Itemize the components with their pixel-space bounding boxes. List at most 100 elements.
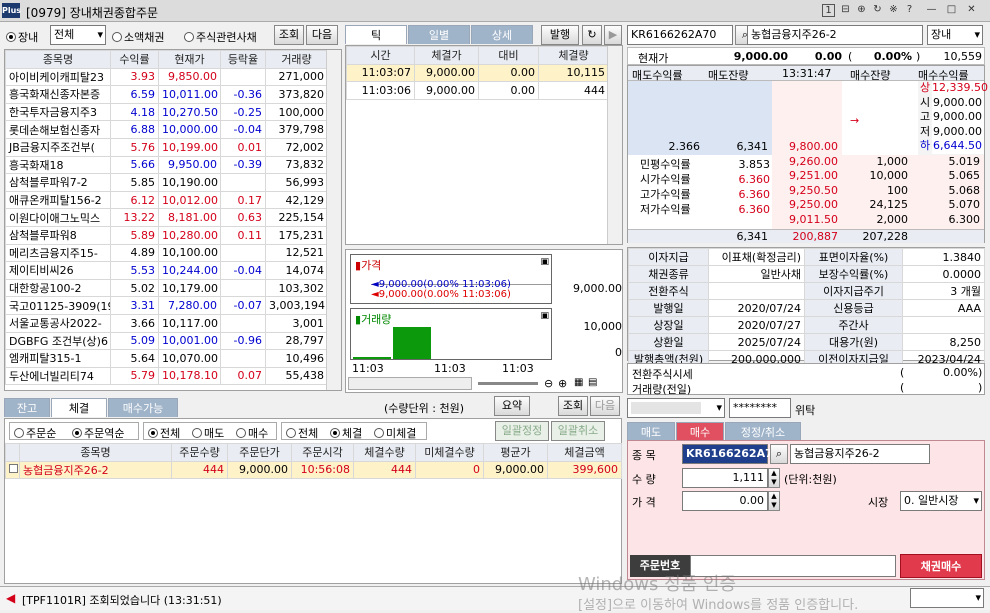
order-code-input[interactable]: KR6166262A70: [682, 444, 780, 464]
col-header-yield[interactable]: 수익률: [110, 50, 159, 69]
market-radio-jangnae[interactable]: 장내: [6, 29, 38, 45]
minimize-panel-icon[interactable]: ⊟: [839, 4, 852, 17]
tick-row[interactable]: 11:03:07 9,000.00 0.00 10,115: [346, 63, 609, 83]
play-icon[interactable]: ▶: [604, 25, 622, 45]
tab-buyable[interactable]: 매수가능: [108, 398, 178, 417]
order-price-input[interactable]: 0.00: [682, 491, 768, 511]
table-row[interactable]: 농협금융지주26-2 444 9,000.00 10:56:08 444 0 9…: [5, 460, 622, 480]
tab-balance[interactable]: 잔고: [4, 398, 50, 417]
password-field[interactable]: ********: [729, 398, 791, 418]
equity-linked-radio[interactable]: 주식관련사채: [184, 29, 257, 45]
bid-row[interactable]: 9,011.50 2,000 6.300: [772, 213, 984, 227]
window-minimize-icon[interactable]: —: [925, 4, 938, 17]
search-icon[interactable]: ⌕: [770, 444, 788, 464]
bond-row[interactable]: 흥국화재18 5.66 9,950.00 -0.39 73,832: [5, 155, 328, 175]
col-header-price[interactable]: 현재가: [158, 50, 221, 69]
filter-buy[interactable]: 매수: [236, 425, 268, 441]
filter-sell[interactable]: 매도: [192, 425, 224, 441]
chart-scrollbar[interactable]: [348, 377, 472, 390]
price-stepper[interactable]: ▲ ▼: [768, 491, 780, 511]
tab-buy[interactable]: 매수: [676, 422, 724, 441]
chart-settings-icon[interactable]: ▦: [574, 377, 583, 388]
order-market-select[interactable]: 0. 일반시장 ▾: [900, 491, 982, 511]
col-header-volume[interactable]: 거래량: [265, 50, 328, 69]
next-button[interactable]: 다음: [306, 25, 338, 45]
col-header-change[interactable]: 등락율: [220, 50, 266, 69]
info-label: 표면이자율(%): [804, 248, 903, 266]
help-icon[interactable]: ?: [903, 4, 916, 17]
bond-row[interactable]: 한국투자금융지주3 4.18 10,270.50 -0.25 100,000: [5, 102, 328, 122]
bond-row[interactable]: 이원다이애그노믹스 13.22 8,181.00 0.63 225,154: [5, 208, 328, 227]
asterisk-icon[interactable]: ※: [887, 4, 900, 17]
issue-button[interactable]: 발행: [541, 25, 579, 45]
status-select[interactable]: ▾: [910, 588, 984, 608]
col-header-name[interactable]: 종목명: [5, 50, 111, 69]
tick-scrollbar[interactable]: [607, 46, 622, 244]
pane-maximize-icon[interactable]: ▣: [540, 311, 549, 321]
bond-row[interactable]: 흥국화재신종자본증 6.59 10,011.00 -0.36 373,820: [5, 85, 328, 104]
refresh-icon[interactable]: ↻: [871, 4, 884, 17]
bond-row[interactable]: 애큐온캐피탈156-2 6.12 10,012.00 0.17 42,129: [5, 190, 328, 210]
tab-daily[interactable]: 일별: [408, 25, 470, 44]
tab-tick[interactable]: 틱: [345, 25, 407, 44]
bond-row[interactable]: 삼척블루파워8 5.89 10,280.00 0.11 175,231: [5, 225, 328, 245]
bond-row[interactable]: 삼척블루파워7-2 5.85 10,190.00 56,993: [5, 173, 328, 192]
bond-row[interactable]: 두산에너빌리티74 5.79 10,178.10 0.07 55,438: [5, 366, 328, 386]
bottom-query-button[interactable]: 조회: [558, 396, 588, 416]
sell-price-1[interactable]: 9,800.00: [772, 140, 840, 153]
window-close-icon[interactable]: ✕: [965, 4, 978, 17]
small-bond-radio[interactable]: 소액채권: [112, 29, 164, 45]
tick-tabs: 틱 일별 상세: [345, 25, 535, 45]
bid-row[interactable]: 9,260.00 1,000 5.019: [772, 155, 984, 169]
query-button[interactable]: 조회: [274, 25, 304, 45]
bond-row[interactable]: 엠캐피탈315-1 5.64 10,070.00 10,496: [5, 349, 328, 368]
bond-row[interactable]: 메리츠금융지주15- 4.89 10,100.00 12,521: [5, 243, 328, 263]
bond-row[interactable]: 아이비케이캐피탈23 3.93 9,850.00 271,000: [5, 67, 328, 87]
filter2-done[interactable]: 체결: [330, 425, 362, 441]
sell-qty-1[interactable]: 6,341: [702, 140, 770, 153]
bid-row[interactable]: 9,251.00 10,000 5.065: [772, 169, 984, 183]
row-checkbox[interactable]: [5, 460, 20, 480]
bond-row[interactable]: 국고01125-3909(19 3.31 7,280.00 -0.07 3,003,19…: [5, 296, 328, 315]
zoom-out-icon[interactable]: ⊖: [544, 377, 553, 390]
bond-row[interactable]: 롯데손해보험신종자 6.88 10,000.00 -0.04 379,798: [5, 120, 328, 139]
zoom-in-icon[interactable]: ⊕: [855, 4, 868, 17]
zoom-in-icon[interactable]: ⊕: [558, 377, 567, 390]
filter2-all[interactable]: 전체: [286, 425, 318, 441]
tick-row[interactable]: 11:03:06 9,000.00 0.00 444: [346, 81, 609, 100]
buy-submit-button[interactable]: 채권매수: [900, 554, 982, 578]
tab-modify-cancel[interactable]: 정정/취소: [725, 422, 801, 441]
summary-button[interactable]: 요약: [494, 396, 530, 416]
account-select[interactable]: ▾: [627, 398, 725, 418]
conversion-label: 전환주식시세: [632, 368, 693, 381]
bulk-cancel-button[interactable]: 일괄취소: [551, 421, 605, 441]
window-maximize-icon[interactable]: □: [945, 4, 958, 17]
filter-all[interactable]: 전체: [148, 425, 180, 441]
bid-row[interactable]: 9,250.50 100 5.068: [772, 184, 984, 198]
filter2-undone[interactable]: 미체결: [374, 425, 416, 441]
list-scrollbar[interactable]: [326, 50, 341, 390]
bond-row[interactable]: DGBFG 조건부(상)6 5.09 10,001.00 -0.96 28,797: [5, 331, 328, 351]
bond-code-input[interactable]: KR6166262A70: [627, 25, 733, 45]
bottom-next-button[interactable]: 다음: [590, 396, 620, 416]
sort-order-desc[interactable]: 주문역순: [72, 425, 124, 441]
bond-row[interactable]: JB금융지주조건부(5.76 10,199.00 0.01 72,002: [5, 137, 328, 157]
refresh-icon[interactable]: ↻: [582, 25, 602, 45]
bond-row[interactable]: 대한항공100-2 5.02 10,179.00 103,302: [5, 278, 328, 298]
pane-maximize-icon[interactable]: ▣: [540, 257, 549, 267]
bid-row[interactable]: 9,250.00 24,125 5.070: [772, 198, 984, 212]
sort-order-asc[interactable]: 주문순: [14, 425, 56, 441]
market-select[interactable]: 전체 ▾: [50, 25, 106, 45]
bulk-edit-button[interactable]: 일괄정정: [495, 421, 549, 441]
tab-sell[interactable]: 매도: [627, 422, 675, 441]
qty-stepper[interactable]: ▲ ▼: [768, 468, 780, 488]
bond-row[interactable]: 제이티비씨26 5.53 10,244.00 -0.04 14,074: [5, 261, 328, 280]
zoom-slider[interactable]: [478, 382, 538, 385]
tab-executions[interactable]: 체결: [51, 398, 107, 417]
bond-row[interactable]: 서울교통공사2022- 3.66 10,117.00 3,001: [5, 313, 328, 333]
chart-tools-icon[interactable]: ▤: [588, 377, 597, 388]
screen-number-icon[interactable]: 1: [822, 4, 835, 17]
order-qty-input[interactable]: 1,111: [682, 468, 768, 488]
tab-detail[interactable]: 상세: [471, 25, 533, 44]
market-type-select[interactable]: 장내 ▾: [927, 25, 983, 45]
